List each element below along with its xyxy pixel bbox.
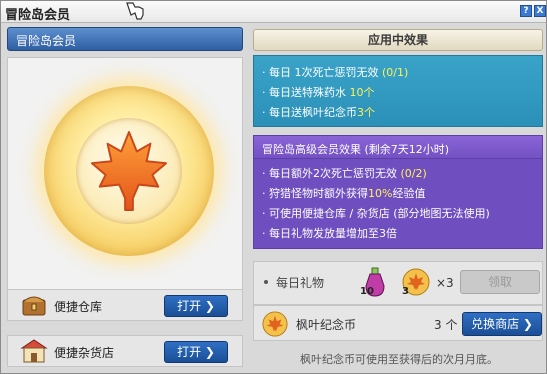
maple-coin-label: 枫叶纪念币 [296, 318, 357, 332]
right-panel: 应用中效果 · 每日 1次死亡惩罚无效 (0/1) · 每日送特殊药水 10个 … [251, 27, 546, 371]
open-general-store-button[interactable]: 打开 ❯ [164, 341, 228, 363]
active-effects-header: 应用中效果 [253, 29, 543, 51]
storage-label: 便捷仓库 [54, 300, 103, 314]
member-tab[interactable]: 冒险岛会员 [7, 27, 243, 51]
shop-row-left: 便捷杂货店 打开 ❯ [7, 335, 243, 367]
left-panel: 冒险岛会员 便捷仓库 打开 ❯ 便捷杂货店 打开 ❯ [7, 27, 245, 371]
maple-leaf-icon [90, 131, 168, 211]
daily-gift-label: 每日礼物 [276, 276, 325, 290]
claim-button[interactable]: 领取 [460, 270, 540, 294]
premium-title: 冒险岛高级会员效果 (剩余7天12小时) [262, 143, 450, 156]
treasure-chest-icon [22, 296, 46, 316]
potion-count: 10 [360, 286, 374, 297]
help-button[interactable]: ? [520, 5, 532, 17]
gift-multiplier: ×3 [436, 276, 454, 290]
premium-effect-1: · 每日额外2次死亡惩罚无效 (0/2) [262, 167, 427, 180]
basic-effect-3: · 每日送枫叶纪念币3个 [262, 106, 375, 119]
open-storage-button[interactable]: 打开 ❯ [164, 295, 228, 317]
exchange-shop-button[interactable]: 兑换商店 ❯ [462, 312, 542, 336]
footer-note: 枫叶纪念币可使用至获得后的次月月底。 [300, 353, 498, 366]
basic-effect-2: · 每日送特殊药水 10个 [262, 86, 375, 99]
premium-effect-4: · 每日礼物发放量增加至3倍 [262, 227, 397, 240]
daily-gift-row: 每日礼物 10 3 ×3 领取 [253, 261, 543, 305]
premium-effect-3: · 可使用便捷仓库 / 杂货店 (部分地图无法使用) [262, 207, 490, 220]
membership-badge-pane [7, 57, 243, 305]
member-window: 冒险岛会员 ? X 冒险岛会员 便捷仓库 打开 ❯ 便捷杂货店 打开 ❯ 应用中… [0, 0, 547, 374]
maple-coin-count: 3 个 [434, 318, 458, 332]
premium-effects-box: · 每日额外2次死亡惩罚无效 (0/2) · 狩猎怪物时额外获得10%经验值 ·… [253, 159, 543, 249]
general-store-label: 便捷杂货店 [54, 346, 115, 360]
premium-effects-header: 冒险岛高级会员效果 (剩余7天12小时) [253, 135, 543, 159]
basic-effect-1: · 每日 1次死亡惩罚无效 (0/1) [262, 66, 409, 79]
storage-row: 便捷仓库 打开 ❯ [7, 289, 243, 321]
premium-effect-2: · 狩猎怪物时额外获得10%经验值 [262, 187, 426, 200]
maple-coin-icon [262, 311, 288, 337]
hand-cursor-icon [126, 2, 144, 20]
basic-effects-box: · 每日 1次死亡惩罚无效 (0/1) · 每日送特殊药水 10个 · 每日送枫… [253, 55, 543, 127]
window-title: 冒险岛会员 [5, 8, 71, 23]
titlebar[interactable]: 冒险岛会员 ? X [1, 1, 546, 23]
shop-icon [20, 339, 48, 363]
coin-gift-count: 3 [402, 286, 409, 297]
maple-coin-row: 枫叶纪念币 3 个 兑换商店 ❯ [253, 305, 543, 341]
membership-coin [44, 86, 214, 256]
member-tab-label: 冒险岛会员 [16, 34, 77, 48]
close-button[interactable]: X [534, 5, 546, 17]
